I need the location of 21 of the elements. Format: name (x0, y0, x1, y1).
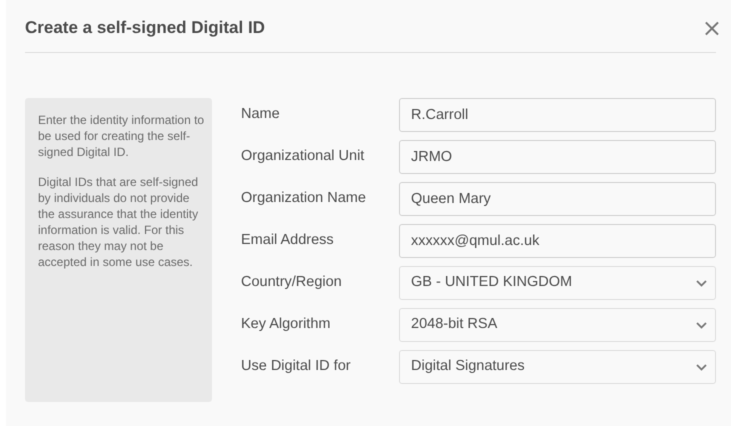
chevron-down-icon (696, 280, 707, 286)
dialog-title: Create a self-signed Digital ID (25, 17, 265, 40)
field-label: Name (241, 105, 281, 124)
info-text: Enter the identity information to be used for creating the self-signed Digital ID. (38, 112, 206, 160)
dropdown[interactable]: Digital Signatures (399, 350, 716, 384)
field-label: Country/Region (241, 273, 343, 292)
field-label: Organizational Unit (241, 147, 366, 166)
dropdown[interactable]: GB - UNITED KINGDOM (399, 266, 716, 300)
text-field[interactable]: Queen Mary (399, 182, 716, 216)
text-field[interactable]: xxxxxx@qmul.ac.uk (399, 224, 716, 258)
field-label: Key Algorithm (241, 315, 332, 334)
close-button[interactable]: × (702, 16, 722, 40)
text-field[interactable]: R.Carroll (399, 98, 716, 132)
chevron-down-icon (696, 364, 707, 370)
text-field[interactable]: JRMO (399, 140, 716, 174)
field-label: Use Digital ID for (241, 357, 352, 376)
dropdown[interactable]: 2048-bit RSA (399, 308, 716, 342)
field-label: Email Address (241, 231, 335, 250)
chevron-down-icon (696, 322, 707, 328)
field-label: Organization Name (241, 189, 367, 208)
info-text: Digital IDs that are self-signed by individuals do not provide the assurance that the identity information is valid. For this reason they may not be accepted in some use cases. (38, 174, 200, 270)
